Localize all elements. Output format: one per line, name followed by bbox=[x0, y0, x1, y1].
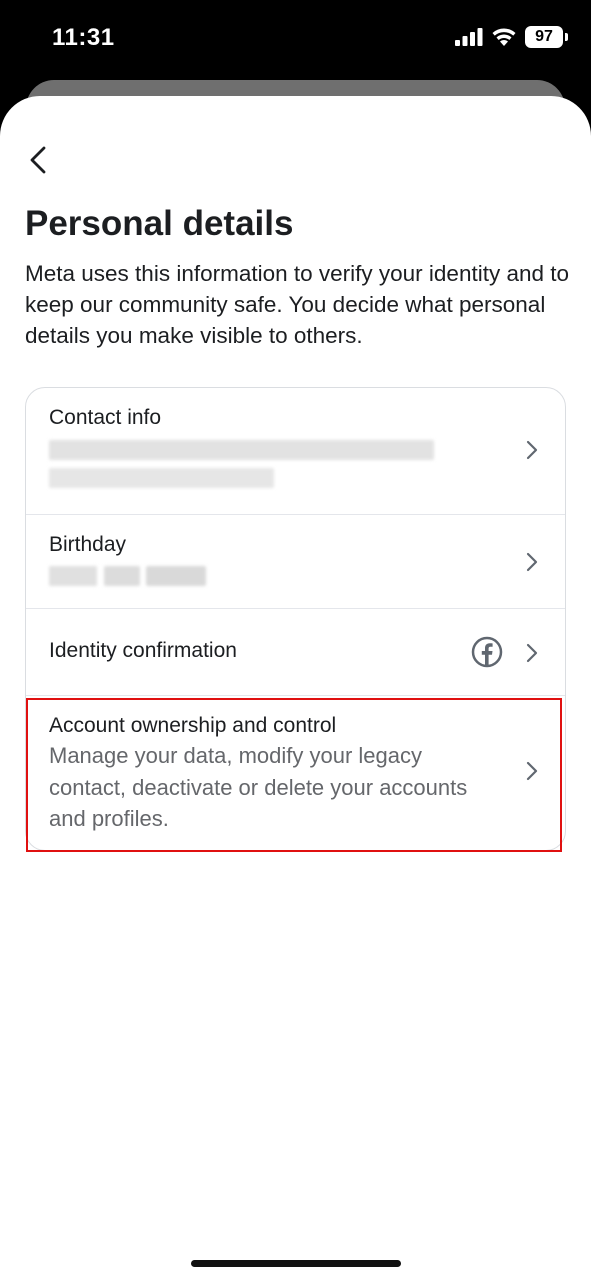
battery-icon: 97 bbox=[525, 26, 568, 48]
cellular-signal-icon bbox=[455, 28, 483, 46]
row-title: Birthday bbox=[49, 533, 127, 556]
wifi-icon bbox=[491, 27, 517, 47]
chevron-right-icon bbox=[526, 440, 538, 460]
identity-confirmation-row[interactable]: Identity confirmation bbox=[26, 609, 565, 695]
account-ownership-row[interactable]: Account ownership and control Manage you… bbox=[26, 696, 565, 850]
row-subtitle: Manage your data, modify your legacy con… bbox=[49, 743, 468, 831]
page-description: Meta uses this information to verify you… bbox=[25, 261, 570, 348]
home-indicator bbox=[191, 1260, 401, 1267]
contact-info-row[interactable]: Contact info bbox=[26, 388, 565, 514]
back-button[interactable] bbox=[20, 142, 56, 178]
status-bar: 11:31 97 bbox=[0, 0, 591, 80]
facebook-icon bbox=[471, 636, 503, 668]
status-time: 11:31 bbox=[52, 24, 115, 51]
chevron-right-icon bbox=[526, 761, 538, 781]
page-title: Personal details bbox=[25, 204, 294, 243]
row-title: Identity confirmation bbox=[49, 639, 237, 662]
chevron-left-icon bbox=[30, 146, 46, 174]
row-title: Contact info bbox=[49, 406, 162, 429]
birthday-row[interactable]: Birthday bbox=[26, 515, 565, 608]
chevron-right-icon bbox=[526, 552, 538, 572]
status-icons: 97 bbox=[455, 26, 568, 48]
chevron-right-icon bbox=[526, 643, 538, 663]
personal-details-sheet: Personal details Meta uses this informat… bbox=[0, 96, 591, 1280]
details-card: Contact info Birthday Identity confirmat… bbox=[25, 387, 566, 851]
row-title: Account ownership and control bbox=[49, 714, 337, 737]
